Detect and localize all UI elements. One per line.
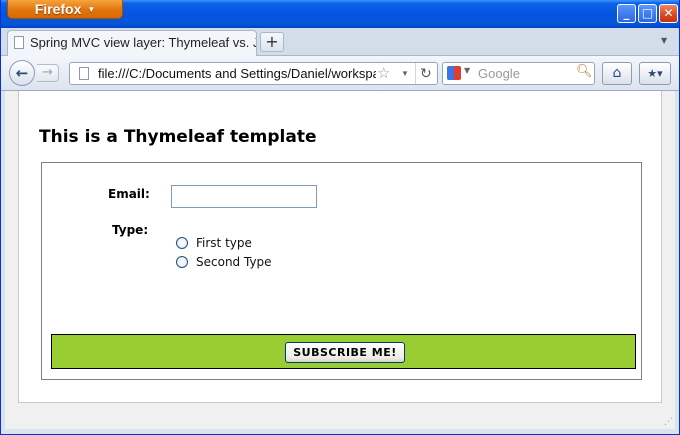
url-text[interactable]: file:///C:/Documents and Settings/Daniel… bbox=[98, 63, 376, 84]
back-button[interactable]: ← bbox=[9, 60, 35, 86]
maximize-button[interactable]: □ bbox=[638, 4, 657, 23]
tab-active[interactable]: Spring MVC view layer: Thymeleaf vs. JSP bbox=[7, 30, 257, 56]
google-engine-icon[interactable] bbox=[447, 66, 461, 80]
title-bar: Firefox ▼ _ □ ✕ bbox=[1, 0, 679, 28]
close-icon: ✕ bbox=[663, 6, 674, 20]
minimize-button[interactable]: _ bbox=[617, 4, 636, 23]
resize-grip-icon[interactable]: ⋰ bbox=[664, 417, 673, 427]
radio-button[interactable] bbox=[176, 237, 188, 249]
radio-label: First type bbox=[196, 236, 252, 250]
navigation-toolbar: ← → file:///C:/Documents and Settings/Da… bbox=[1, 56, 679, 91]
firefox-menu-label: Firefox bbox=[34, 1, 82, 17]
document-icon bbox=[14, 36, 24, 49]
firefox-menu-button[interactable]: Firefox ▼ bbox=[7, 0, 123, 19]
page-icon bbox=[79, 67, 89, 80]
home-button[interactable]: ⌂ bbox=[602, 62, 632, 85]
page-title: This is a Thymeleaf template bbox=[39, 127, 317, 147]
radio-button[interactable] bbox=[176, 256, 188, 268]
reload-icon[interactable]: ↻ bbox=[415, 63, 432, 84]
chevron-down-icon: ▼ bbox=[87, 5, 96, 14]
history-dropdown-icon[interactable]: ▼ bbox=[401, 63, 409, 84]
bookmarks-icon: ★▾ bbox=[647, 67, 663, 80]
forward-button[interactable]: → bbox=[37, 64, 59, 82]
back-arrow-icon: ← bbox=[15, 64, 29, 82]
type-label: Type: bbox=[112, 223, 149, 237]
submit-bar: SUBSCRIBE ME! bbox=[51, 334, 636, 369]
subscribe-button[interactable]: SUBSCRIBE ME! bbox=[285, 342, 405, 363]
page-body: This is a Thymeleaf template Email: Type… bbox=[18, 91, 662, 403]
plus-icon: + bbox=[265, 32, 279, 51]
search-placeholder: Google bbox=[478, 66, 520, 81]
magnifier-icon[interactable]: 🔍︎ bbox=[576, 64, 593, 79]
subscribe-form: Email: Type: First type Second Type SUBS… bbox=[41, 162, 642, 380]
close-button[interactable]: ✕ bbox=[659, 4, 678, 23]
minimize-icon: _ bbox=[623, 6, 630, 20]
bookmark-star-icon[interactable]: ☆ bbox=[377, 63, 390, 84]
search-box[interactable]: ▼ Google 🔍︎ bbox=[442, 62, 595, 85]
tab-title: Spring MVC view layer: Thymeleaf vs. JSP bbox=[30, 35, 257, 50]
list-all-tabs-icon[interactable]: ▼ bbox=[661, 36, 667, 45]
tab-strip: Spring MVC view layer: Thymeleaf vs. JSP… bbox=[1, 28, 679, 56]
address-bar[interactable]: file:///C:/Documents and Settings/Daniel… bbox=[69, 62, 438, 85]
email-label: Email: bbox=[108, 187, 150, 201]
content-area: This is a Thymeleaf template Email: Type… bbox=[5, 91, 675, 429]
email-field[interactable] bbox=[171, 185, 317, 208]
forward-arrow-icon: → bbox=[42, 65, 53, 80]
browser-window: Firefox ▼ _ □ ✕ Spring MVC view layer: Th… bbox=[0, 0, 680, 435]
radio-label: Second Type bbox=[196, 255, 272, 269]
new-tab-button[interactable]: + bbox=[260, 32, 284, 52]
maximize-icon: □ bbox=[641, 6, 654, 20]
bookmarks-button[interactable]: ★▾ bbox=[639, 62, 671, 85]
engine-dropdown-icon[interactable]: ▼ bbox=[464, 66, 470, 75]
home-icon: ⌂ bbox=[612, 65, 622, 81]
